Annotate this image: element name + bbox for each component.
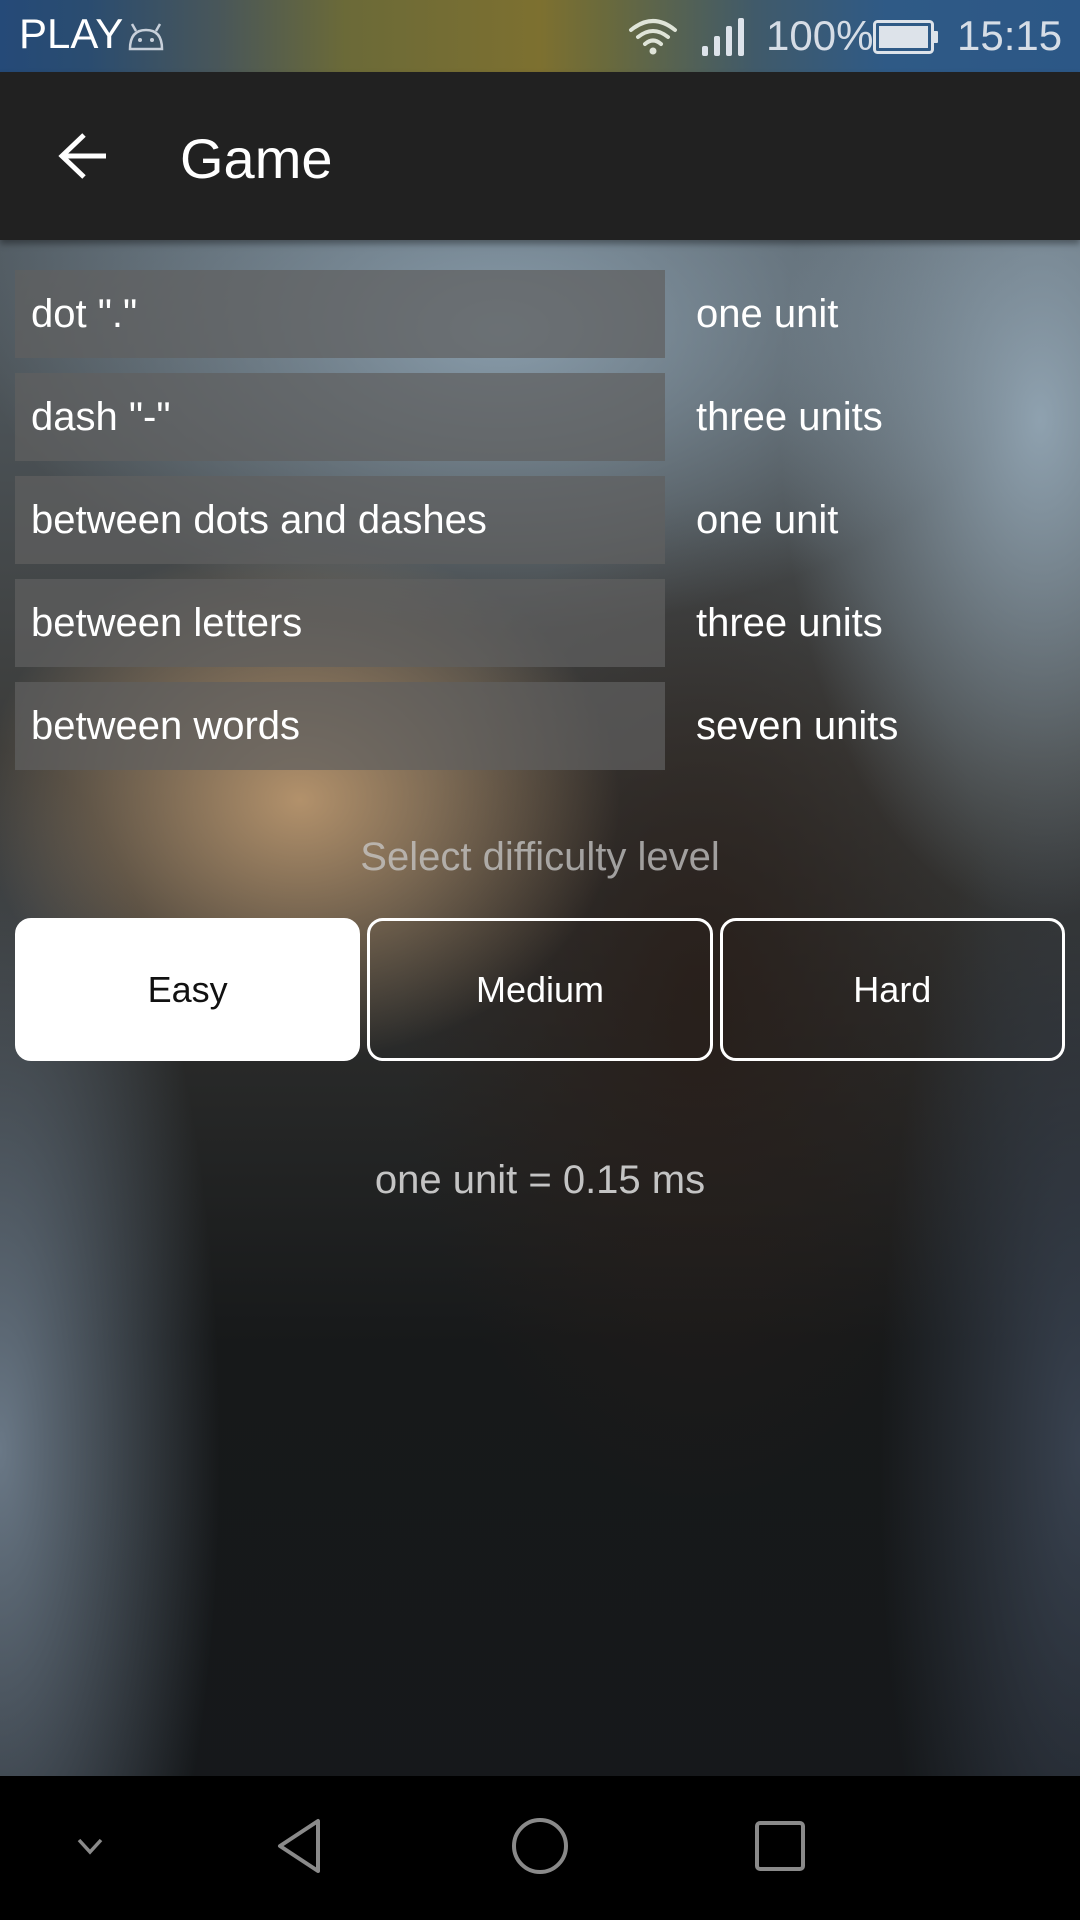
unit-name: dot ".": [15, 270, 665, 358]
table-row: between dots and dashes one unit: [15, 476, 1065, 564]
unit-name: between dots and dashes: [15, 476, 665, 564]
home-circle-icon: [512, 1818, 568, 1874]
hard-button[interactable]: Hard: [719, 918, 1065, 1061]
page-title: Game: [180, 127, 333, 190]
arrow-left-icon: [58, 133, 106, 179]
signal-icon: [702, 18, 744, 56]
battery-icon: [873, 20, 938, 54]
medium-button[interactable]: Medium: [367, 918, 713, 1061]
table-row: between words seven units: [15, 682, 1065, 770]
clock: 15:15: [957, 12, 1063, 59]
nav-home-button[interactable]: [500, 1796, 580, 1896]
unit-value: one unit: [696, 291, 839, 336]
difficulty-selector: Easy Medium Hard: [15, 918, 1065, 1061]
nav-recents-button[interactable]: [740, 1796, 820, 1896]
chevron-down-icon: [77, 1838, 103, 1855]
battery-percent: 100%: [766, 12, 874, 59]
unit-name: between letters: [15, 579, 665, 667]
status-bar: PLAY 100% 15:15: [0, 0, 1080, 72]
unit-value: seven units: [696, 703, 899, 748]
hide-nav-button[interactable]: [60, 1796, 120, 1896]
unit-name: between words: [15, 682, 665, 770]
android-icon: [128, 23, 164, 51]
unit-value: one unit: [696, 497, 839, 542]
carrier-label: PLAY: [19, 10, 124, 57]
back-triangle-icon: [278, 1819, 320, 1873]
easy-button[interactable]: Easy: [15, 918, 361, 1061]
navigation-bar: [0, 1776, 1080, 1920]
back-button[interactable]: [44, 116, 124, 196]
unit-duration-info: one unit = 0.15 ms: [374, 1158, 706, 1202]
nav-back-button[interactable]: [260, 1796, 340, 1896]
unit-value: three units: [696, 600, 883, 645]
unit-table: dot "." one unit dash "-" three units be…: [15, 270, 1065, 785]
unit-name: dash "-": [15, 373, 665, 461]
table-row: between letters three units: [15, 579, 1065, 667]
unit-value: three units: [696, 394, 883, 439]
table-row: dot "." one unit: [15, 270, 1065, 358]
table-row: dash "-" three units: [15, 373, 1065, 461]
app-bar: Game: [0, 72, 1080, 240]
difficulty-label: Select difficulty level: [360, 835, 720, 879]
recents-square-icon: [755, 1821, 805, 1871]
wifi-icon: [629, 19, 677, 55]
